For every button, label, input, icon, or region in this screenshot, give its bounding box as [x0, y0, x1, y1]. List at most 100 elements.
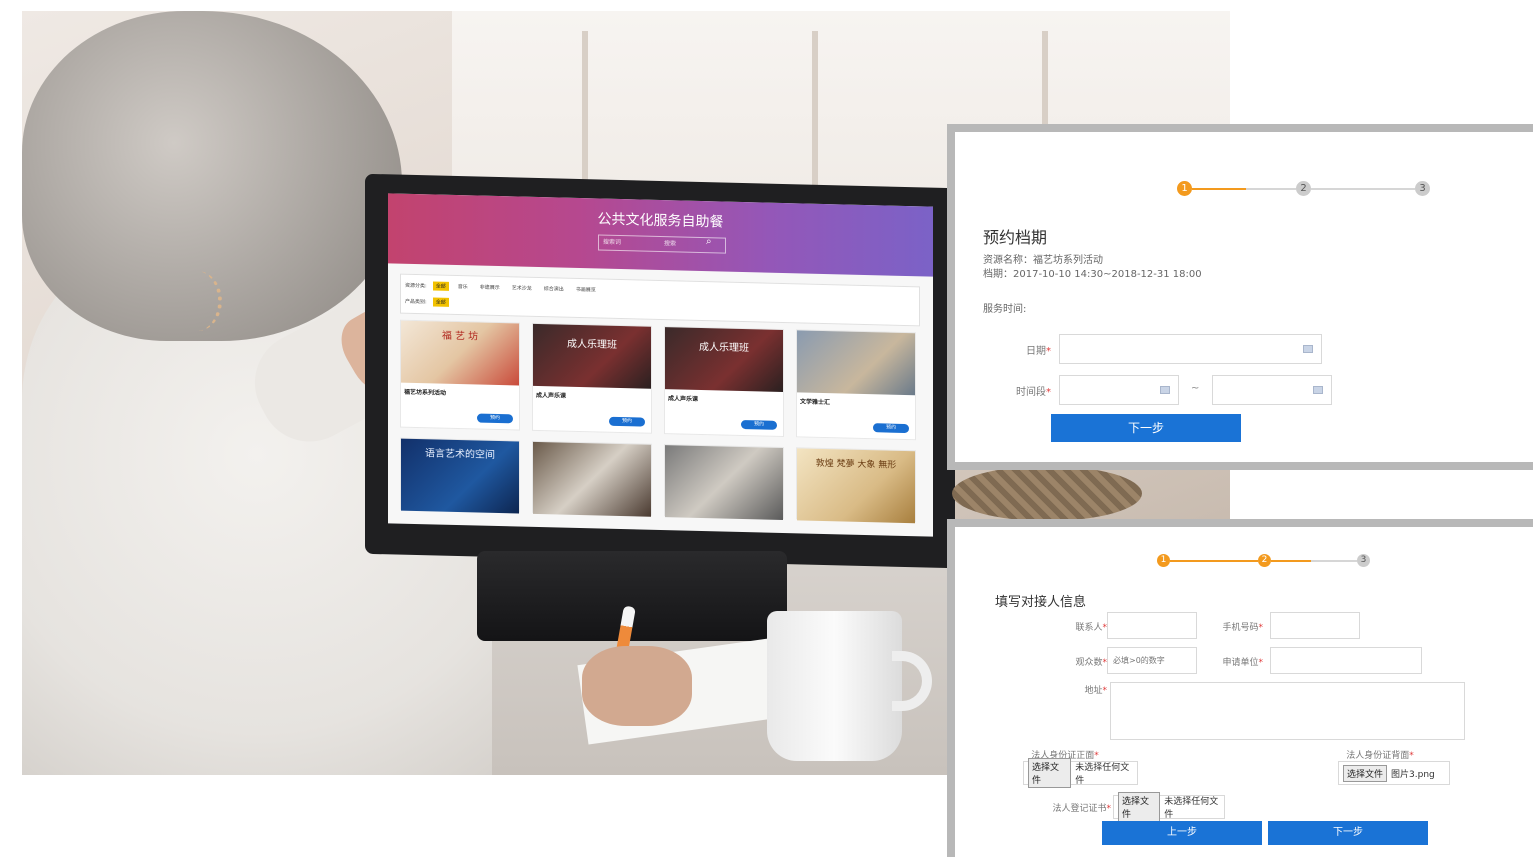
resource-card[interactable]: 文学雅士汇 预约 — [796, 329, 916, 441]
id-back-label-text: 法人身份证背面 — [1346, 751, 1410, 761]
writing-hand — [582, 646, 692, 726]
required-mark: * — [1102, 686, 1108, 696]
filter-label: 产品类别: — [405, 298, 427, 306]
next-button[interactable]: 下一步 — [1051, 414, 1241, 442]
filter-chip[interactable]: 非遗展示 — [477, 283, 503, 293]
contact-input[interactable] — [1107, 612, 1197, 639]
phone-label-text: 手机号码 — [1222, 623, 1259, 633]
card-thumbnail — [797, 330, 915, 396]
screen-banner: 公共文化服务自助餐 搜索词 搜索 ⌕ — [388, 193, 933, 277]
book-button[interactable]: 预约 — [609, 416, 645, 427]
screen-card-grid: 福 艺 坊 福艺坊系列活动 预约 成人乐理班 成人声乐课 预约 成人乐理班 成人… — [400, 319, 925, 524]
time-label: 时间段* — [995, 383, 1051, 398]
unit-label: 申请单位* — [1203, 655, 1263, 668]
resource-card[interactable]: 成人乐理班 成人声乐课 预约 — [664, 326, 784, 438]
composite-stage: 公共文化服务自助餐 搜索词 搜索 ⌕ 资源分类: 全部 音乐 非遗展示 艺术沙龙… — [0, 0, 1533, 857]
service-time-label: 服务时间: — [983, 304, 1027, 315]
step-3-indicator: 3 — [1415, 181, 1430, 196]
card-thumbnail — [665, 445, 783, 520]
range-separator: ~ — [1191, 383, 1200, 394]
resource-card[interactable] — [664, 444, 784, 520]
resource-card[interactable]: 语言艺术的空间 — [400, 437, 520, 514]
date-input[interactable] — [1059, 334, 1322, 364]
screen-filter-panel: 资源分类: 全部 音乐 非遗展示 艺术沙龙 综合演出 书画展览 产品类别: 全部 — [400, 273, 920, 327]
resource-card[interactable] — [532, 440, 652, 517]
audience-label-text: 观众数 — [1075, 658, 1103, 668]
address-textarea[interactable] — [1110, 682, 1465, 740]
phone-input[interactable] — [1270, 612, 1360, 639]
screen-search-button[interactable]: 搜索 — [664, 238, 676, 247]
filter-row-product: 产品类别: 全部 — [405, 297, 449, 307]
choose-file-button[interactable]: 选择文件 — [1118, 792, 1161, 822]
step-connector — [1311, 188, 1415, 190]
unit-label-text: 申请单位 — [1222, 658, 1259, 668]
card-thumbnail: 成人乐理班 — [665, 327, 783, 392]
resource-card[interactable]: 敦煌 梵夢 大象 無形 — [796, 447, 916, 524]
prev-button[interactable]: 上一步 — [1102, 821, 1262, 845]
next-button[interactable]: 下一步 — [1268, 821, 1428, 845]
contact-label: 联系人* — [1045, 620, 1107, 633]
resource-card[interactable]: 福 艺 坊 福艺坊系列活动 预约 — [400, 319, 520, 431]
step-connector — [1170, 560, 1258, 562]
filter-chip[interactable]: 全部 — [432, 281, 449, 291]
audience-input[interactable]: 必填>0的数字 — [1107, 647, 1197, 674]
required-mark: * — [1106, 804, 1112, 814]
filter-chip[interactable]: 全部 — [432, 297, 449, 307]
file-status: 未选择任何文件 — [1164, 797, 1219, 820]
filter-chip[interactable]: 音乐 — [455, 282, 471, 291]
booking-schedule-panel: 1 2 3 预约档期 资源名称：福艺坊系列活动 档期：2017-10-10 14… — [947, 124, 1533, 470]
time-start-input[interactable] — [1059, 375, 1179, 405]
file-status: 图片3.png — [1391, 769, 1435, 780]
card-thumbnail: 敦煌 梵夢 大象 無形 — [797, 448, 915, 524]
audience-label: 观众数* — [1045, 655, 1107, 668]
registration-label-text: 法人登记证书 — [1052, 804, 1107, 814]
step-2-indicator: 2 — [1258, 554, 1271, 567]
step-3-indicator: 3 — [1357, 554, 1370, 567]
page-title: 预约档期 — [983, 228, 1048, 247]
calendar-icon[interactable] — [1313, 386, 1323, 394]
filter-chip[interactable]: 综合演出 — [541, 284, 567, 294]
step-1-indicator: 1 — [1177, 181, 1192, 196]
card-title: 文学雅士汇 — [800, 398, 831, 407]
schedule-text: 档期：2017-10-10 14:30~2018-12-31 18:00 — [983, 269, 1202, 280]
required-mark: * — [1046, 346, 1051, 357]
book-button[interactable]: 预约 — [477, 413, 513, 424]
filter-chip[interactable]: 艺术沙龙 — [509, 283, 535, 293]
time-end-input[interactable] — [1212, 375, 1332, 405]
step-connector — [1271, 560, 1311, 562]
calendar-icon[interactable] — [1303, 345, 1313, 353]
registration-upload[interactable]: 选择文件 未选择任何文件 — [1113, 792, 1225, 822]
unit-input[interactable] — [1270, 647, 1422, 674]
date-label: 日期* — [995, 342, 1051, 357]
resource-name: 资源名称：福艺坊系列活动 — [983, 255, 1103, 266]
filter-chip[interactable]: 书画展览 — [573, 285, 599, 295]
address-label-text: 地址 — [1084, 686, 1103, 696]
card-thumbnail: 福 艺 坊 — [401, 320, 519, 386]
card-thumbnail: 语言艺术的空间 — [401, 438, 519, 514]
registration-label: 法人登记证书* — [1025, 801, 1111, 814]
step-progress: 1 2 3 — [1157, 554, 1370, 572]
step-connector — [1192, 188, 1246, 190]
id-front-upload[interactable]: 选择文件 未选择任何文件 — [1023, 758, 1138, 788]
card-title: 成人声乐课 — [668, 395, 699, 403]
contact-label-text: 联系人 — [1075, 623, 1103, 633]
choose-file-button[interactable]: 选择文件 — [1028, 758, 1072, 788]
required-mark: * — [1046, 387, 1051, 398]
filter-label: 资源分类: — [405, 282, 427, 290]
page-title: 填写对接人信息 — [995, 595, 1087, 610]
book-button[interactable]: 预约 — [873, 423, 909, 434]
required-mark: * — [1409, 751, 1414, 761]
calendar-icon[interactable] — [1160, 386, 1170, 394]
step-progress: 1 2 3 — [1177, 181, 1430, 199]
search-icon[interactable]: ⌕ — [706, 236, 718, 248]
book-button[interactable]: 预约 — [741, 419, 777, 430]
step-connector — [1246, 188, 1296, 190]
choose-file-button[interactable]: 选择文件 — [1343, 764, 1388, 782]
time-label-text: 时间段 — [1016, 387, 1046, 398]
id-back-upload[interactable]: 选择文件 图片3.png — [1338, 761, 1450, 785]
date-label-text: 日期 — [1026, 346, 1046, 357]
pearl-necklace — [172, 271, 222, 331]
monitor-screen: 公共文化服务自助餐 搜索词 搜索 ⌕ 资源分类: 全部 音乐 非遗展示 艺术沙龙… — [388, 193, 933, 537]
required-mark: * — [1258, 658, 1264, 668]
resource-card[interactable]: 成人乐理班 成人声乐课 预约 — [532, 322, 652, 434]
